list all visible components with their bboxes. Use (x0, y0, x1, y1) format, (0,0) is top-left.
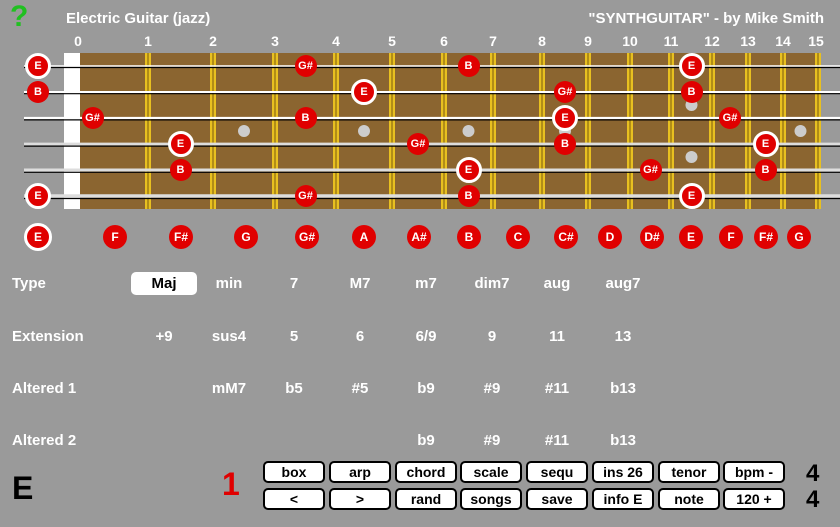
note-key[interactable]: C# (554, 225, 578, 249)
root-note-dot[interactable]: E (25, 183, 51, 209)
note-dot[interactable]: G# (407, 133, 429, 155)
root-note-dot[interactable]: E (455, 157, 482, 183)
row-label: Type (12, 275, 46, 292)
chord-option[interactable]: min (196, 275, 262, 292)
note-key[interactable]: F (719, 225, 743, 249)
note-key[interactable]: F# (754, 225, 778, 249)
note-dot[interactable]: B (169, 159, 192, 181)
chord-option[interactable]: dim7 (459, 275, 525, 292)
inlay-dot (462, 125, 475, 137)
row-label: Altered 2 (12, 432, 77, 449)
chord-option[interactable]: #5 (327, 380, 393, 397)
chord-option[interactable]: 13 (590, 328, 656, 345)
control-button[interactable]: 120 + (723, 488, 785, 510)
control-button[interactable]: rand (395, 488, 457, 510)
control-button[interactable]: chord (395, 461, 457, 483)
control-button[interactable]: sequ (526, 461, 588, 483)
control-button[interactable]: ins 26 (592, 461, 654, 483)
chord-option[interactable]: aug7 (590, 275, 656, 292)
chord-option[interactable]: aug (524, 275, 590, 292)
note-key[interactable]: C (506, 225, 530, 249)
note-key[interactable]: G (234, 225, 258, 249)
chord-option[interactable]: 6 (327, 328, 393, 345)
control-button[interactable]: info E (592, 488, 654, 510)
note-key[interactable]: D (598, 225, 622, 249)
time-signature-bottom: 4 (806, 486, 820, 513)
root-note-dot[interactable]: E (752, 131, 779, 157)
chord-option[interactable]: sus4 (196, 328, 262, 345)
time-signature-top: 4 (806, 460, 820, 487)
note-key[interactable]: G (787, 225, 811, 249)
chord-option[interactable]: b9 (393, 380, 459, 397)
note-key[interactable]: A# (407, 225, 431, 249)
note-dot[interactable]: B (294, 107, 317, 129)
chord-option[interactable]: #11 (524, 380, 590, 397)
control-button[interactable]: note (658, 488, 720, 510)
inlay-dot (685, 151, 698, 163)
inlay-dot (238, 125, 250, 137)
chord-option[interactable]: 6/9 (393, 328, 459, 345)
chord-option[interactable]: +9 (131, 328, 197, 345)
control-button[interactable]: tenor (658, 461, 720, 483)
note-key[interactable]: A (352, 225, 376, 249)
root-note-dot[interactable]: E (678, 53, 705, 79)
note-dot[interactable]: G# (81, 107, 104, 129)
chord-option[interactable]: M7 (327, 275, 393, 292)
note-dot[interactable]: G# (719, 107, 741, 129)
chord-option[interactable]: m7 (393, 275, 459, 292)
note-dot[interactable]: B (457, 55, 480, 77)
chord-option[interactable]: #9 (459, 380, 525, 397)
chord-option[interactable]: #9 (459, 432, 525, 449)
root-note-dot[interactable]: E (167, 131, 194, 157)
note-key[interactable]: D# (640, 225, 664, 249)
note-dot[interactable]: B (27, 81, 49, 103)
chord-option[interactable]: #11 (524, 432, 590, 449)
note-dot[interactable]: B (554, 133, 576, 155)
root-note-dot[interactable]: E (552, 105, 578, 131)
chord-option[interactable]: b13 (590, 380, 656, 397)
note-key[interactable]: E (24, 223, 52, 251)
control-button[interactable]: save (526, 488, 588, 510)
note-key[interactable]: E (679, 225, 703, 249)
note-dot[interactable]: B (457, 185, 480, 207)
root-note-dot[interactable]: E (678, 183, 705, 209)
inlay-dot (794, 125, 807, 137)
note-dot[interactable]: B (680, 81, 703, 103)
note-dot[interactable]: G# (554, 81, 576, 103)
note-dot[interactable]: G# (294, 55, 317, 77)
note-dot[interactable]: G# (294, 185, 317, 207)
note-dot[interactable]: G# (639, 159, 662, 181)
chord-option[interactable]: b13 (590, 432, 656, 449)
fretboard-wood (80, 53, 818, 209)
control-button[interactable]: arp (329, 461, 391, 483)
note-key[interactable]: B (457, 225, 481, 249)
chord-option[interactable]: 5 (261, 328, 327, 345)
note-key[interactable]: F# (169, 225, 193, 249)
row-label: Altered 1 (12, 380, 77, 397)
step-counter: 1 (222, 466, 240, 502)
control-button[interactable]: box (263, 461, 325, 483)
note-key[interactable]: G# (295, 225, 319, 249)
fretboard[interactable] (0, 0, 840, 220)
control-button[interactable]: > (329, 488, 391, 510)
nut (64, 53, 80, 209)
chord-option[interactable]: Maj (131, 272, 197, 295)
chord-option[interactable]: b5 (261, 380, 327, 397)
chord-option[interactable]: mM7 (196, 380, 262, 397)
chord-option[interactable]: 9 (459, 328, 525, 345)
inlay-dot (358, 125, 370, 137)
note-dot[interactable]: B (754, 159, 777, 181)
chord-option[interactable]: 7 (261, 275, 327, 292)
control-button[interactable]: scale (460, 461, 522, 483)
row-label: Extension (12, 328, 84, 345)
current-root-note: E (12, 470, 34, 506)
control-button[interactable]: songs (460, 488, 522, 510)
root-note-dot[interactable]: E (351, 79, 377, 105)
control-button[interactable]: bpm - (723, 461, 785, 483)
control-button[interactable]: < (263, 488, 325, 510)
root-note-dot[interactable]: E (25, 53, 51, 79)
chord-option[interactable]: 11 (524, 328, 590, 345)
chord-option[interactable]: b9 (393, 432, 459, 449)
note-key[interactable]: F (103, 225, 127, 249)
